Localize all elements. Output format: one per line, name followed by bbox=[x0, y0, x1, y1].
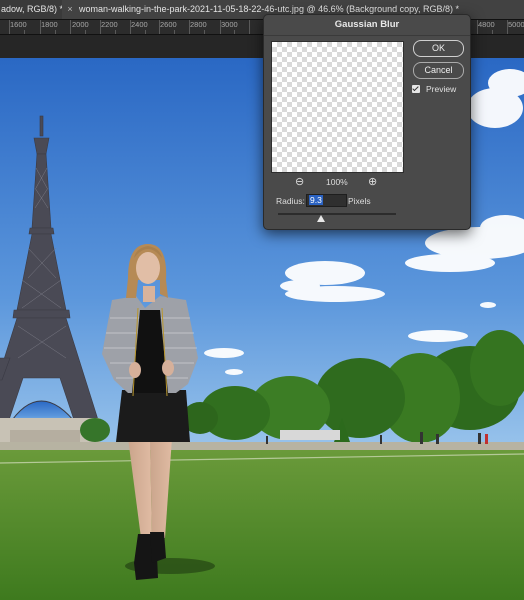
tab-label: adow, RGB/8) * bbox=[1, 4, 63, 14]
radius-unit-label: Pixels bbox=[348, 196, 371, 206]
ruler-tick: 2400 bbox=[131, 20, 148, 29]
close-icon[interactable]: × bbox=[65, 0, 75, 19]
preview-checkbox[interactable] bbox=[412, 85, 420, 93]
radius-input[interactable]: 9.3 bbox=[306, 194, 347, 207]
zoom-in-icon[interactable]: ⊕ bbox=[368, 175, 377, 188]
blur-preview-window[interactable] bbox=[271, 41, 404, 173]
ruler-tick: 2000 bbox=[72, 20, 89, 29]
ruler-tick: 2600 bbox=[160, 20, 177, 29]
dialog-title: Gaussian Blur bbox=[264, 15, 470, 36]
ruler-tick: 2800 bbox=[190, 20, 207, 29]
ruler-tick: 1600 bbox=[10, 20, 27, 29]
ok-button[interactable]: OK bbox=[413, 40, 464, 57]
ruler-tick: 5000 bbox=[508, 20, 524, 29]
ruler-tick: 3000 bbox=[221, 20, 238, 29]
tab-label: woman-walking-in-the-park-2021-11-05-18-… bbox=[79, 4, 459, 14]
zoom-level: 100% bbox=[326, 177, 348, 187]
preview-checkbox-label[interactable]: Preview bbox=[426, 84, 456, 94]
ruler-tick: 4800 bbox=[478, 20, 495, 29]
document-tab-inactive[interactable]: adow, RGB/8) * bbox=[0, 0, 63, 19]
radius-label: Radius: bbox=[276, 196, 305, 206]
ruler-tick: 2200 bbox=[101, 20, 118, 29]
radius-slider-thumb[interactable] bbox=[317, 215, 325, 222]
radius-value: 9.3 bbox=[309, 195, 323, 205]
gaussian-blur-dialog: Gaussian Blur ⊖ 100% ⊕ Radius: 9.3 Pixel… bbox=[263, 14, 471, 230]
ruler-tick: 1800 bbox=[41, 20, 58, 29]
preview-zoom-controls: ⊖ 100% ⊕ bbox=[271, 175, 402, 191]
cancel-button[interactable]: Cancel bbox=[413, 62, 464, 79]
radius-slider-track[interactable] bbox=[278, 213, 396, 215]
zoom-out-icon[interactable]: ⊖ bbox=[295, 175, 304, 188]
